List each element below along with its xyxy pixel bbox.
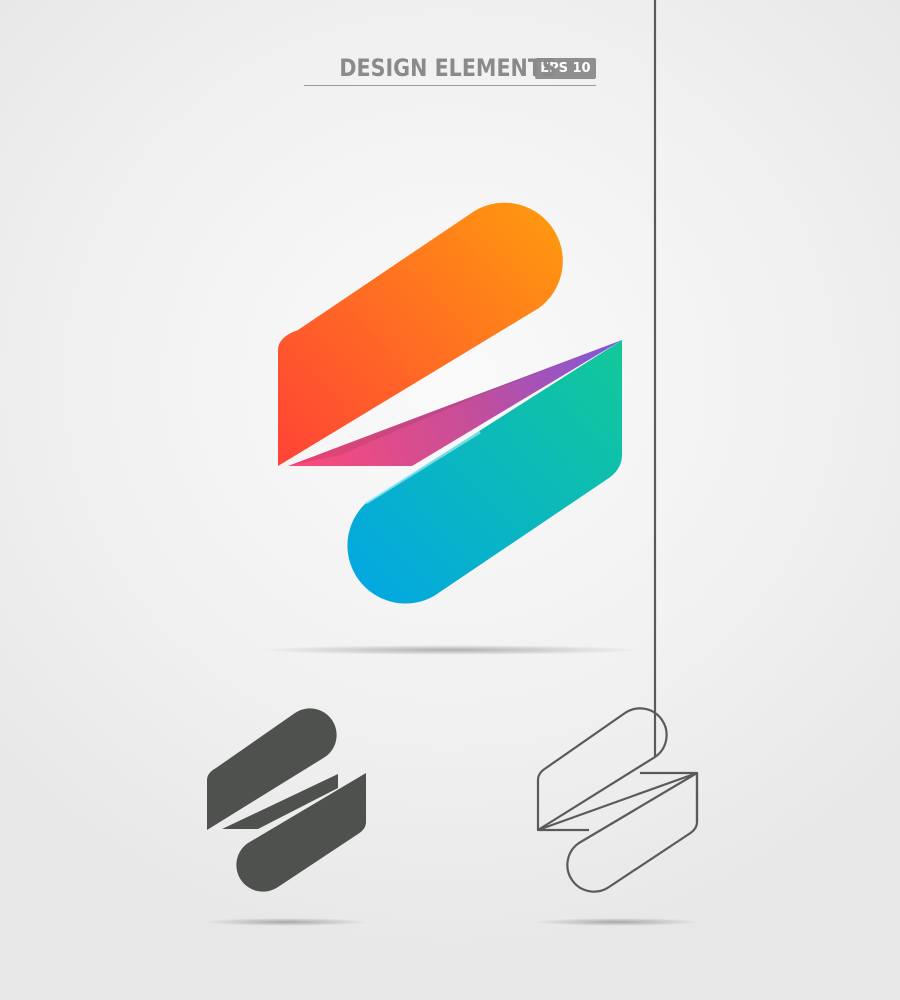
solid-logo-mark [207, 708, 366, 892]
logo-shadow [260, 645, 640, 655]
gradient-logo-mark [278, 202, 622, 604]
outline-top-pill [536, 707, 668, 832]
outline-bottom-pill [566, 771, 699, 893]
outline-band-edge [640, 771, 699, 822]
outline-icon-shadow [535, 918, 699, 926]
artwork-canvas [204, 0, 699, 926]
solid-icon-shadow [204, 918, 368, 926]
